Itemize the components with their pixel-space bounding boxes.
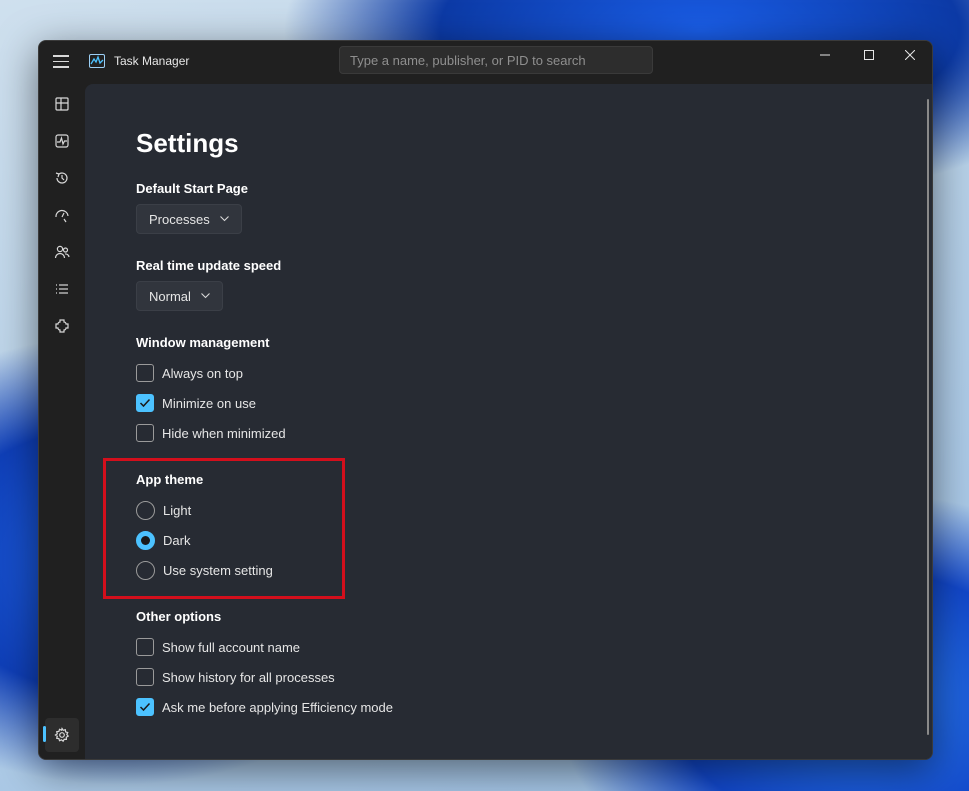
checkbox-box[interactable]: [136, 364, 154, 382]
processes-icon: [55, 97, 69, 111]
chevron-down-icon: [219, 216, 229, 222]
dropdown-value: Processes: [149, 211, 210, 227]
nav-performance[interactable]: [45, 124, 79, 158]
settings-icon: [54, 727, 70, 743]
task-manager-app-icon: [89, 54, 105, 68]
maximize-button[interactable]: [847, 41, 891, 69]
hide-when-minimized-checkbox[interactable]: Hide when minimized: [136, 423, 286, 443]
active-indicator: [43, 726, 46, 742]
checkbox-box[interactable]: [136, 668, 154, 686]
maximize-icon: [864, 50, 874, 60]
nav-startup-apps[interactable]: [45, 198, 79, 232]
nav-app-history[interactable]: [45, 161, 79, 195]
always-on-top-checkbox[interactable]: Always on top: [136, 363, 243, 383]
task-manager-window: Task Manager Type a name, publisher, or …: [38, 40, 933, 760]
checkbox-box[interactable]: [136, 638, 154, 656]
checkbox-box[interactable]: [136, 394, 154, 412]
dropdown-value: Normal: [149, 288, 191, 304]
other-options-label: Other options: [136, 609, 222, 624]
highlight-box: [103, 458, 345, 599]
title-bar: Task Manager: [39, 41, 932, 84]
details-icon: [56, 284, 68, 294]
show-history-checkbox[interactable]: Show history for all processes: [136, 667, 335, 687]
nav-details[interactable]: [45, 272, 79, 306]
show-full-account-name-checkbox[interactable]: Show full account name: [136, 637, 300, 657]
checkbox-box[interactable]: [136, 424, 154, 442]
checkmark-icon: [139, 398, 151, 408]
chevron-down-icon: [201, 293, 210, 299]
search-input[interactable]: [340, 47, 652, 73]
startup-apps-icon: [55, 209, 69, 223]
scrollbar[interactable]: [927, 99, 929, 735]
users-icon: [54, 245, 70, 259]
update-speed-dropdown[interactable]: Normal: [136, 281, 223, 311]
nav-processes[interactable]: [45, 87, 79, 121]
efficiency-mode-checkbox[interactable]: Ask me before applying Efficiency mode: [136, 697, 393, 717]
close-icon: [905, 50, 915, 60]
minimize-button[interactable]: [803, 41, 847, 69]
window-management-label: Window management: [136, 335, 270, 350]
hamburger-menu-icon[interactable]: [53, 55, 69, 69]
nav-services[interactable]: [45, 309, 79, 343]
checkbox-label: Minimize on use: [162, 395, 256, 411]
default-start-page-label: Default Start Page: [136, 181, 248, 196]
checkbox-label: Hide when minimized: [162, 425, 286, 441]
nav-settings[interactable]: [45, 718, 79, 752]
checkbox-label: Show full account name: [162, 639, 301, 655]
app-history-icon: [55, 172, 68, 184]
minimize-on-use-checkbox[interactable]: Minimize on use: [136, 393, 256, 413]
search-box[interactable]: [339, 46, 653, 74]
checkmark-icon: [139, 702, 151, 712]
minimize-icon: [820, 54, 830, 56]
checkbox-label: Ask me before applying Efficiency mode: [162, 699, 393, 715]
app-title: Task Manager: [114, 54, 190, 68]
checkbox-label: Always on top: [162, 365, 243, 381]
settings-content: Settings Default Start Page Processes Re…: [85, 84, 932, 759]
checkbox-box[interactable]: [136, 698, 154, 716]
sidebar: [39, 84, 85, 759]
services-icon: [55, 319, 69, 333]
update-speed-label: Real time update speed: [136, 258, 282, 273]
page-title: Settings: [136, 128, 239, 158]
performance-icon: [55, 134, 69, 148]
nav-users[interactable]: [45, 235, 79, 269]
close-button[interactable]: [888, 41, 932, 69]
checkbox-label: Show history for all processes: [162, 669, 335, 685]
default-start-page-dropdown[interactable]: Processes: [136, 204, 242, 234]
